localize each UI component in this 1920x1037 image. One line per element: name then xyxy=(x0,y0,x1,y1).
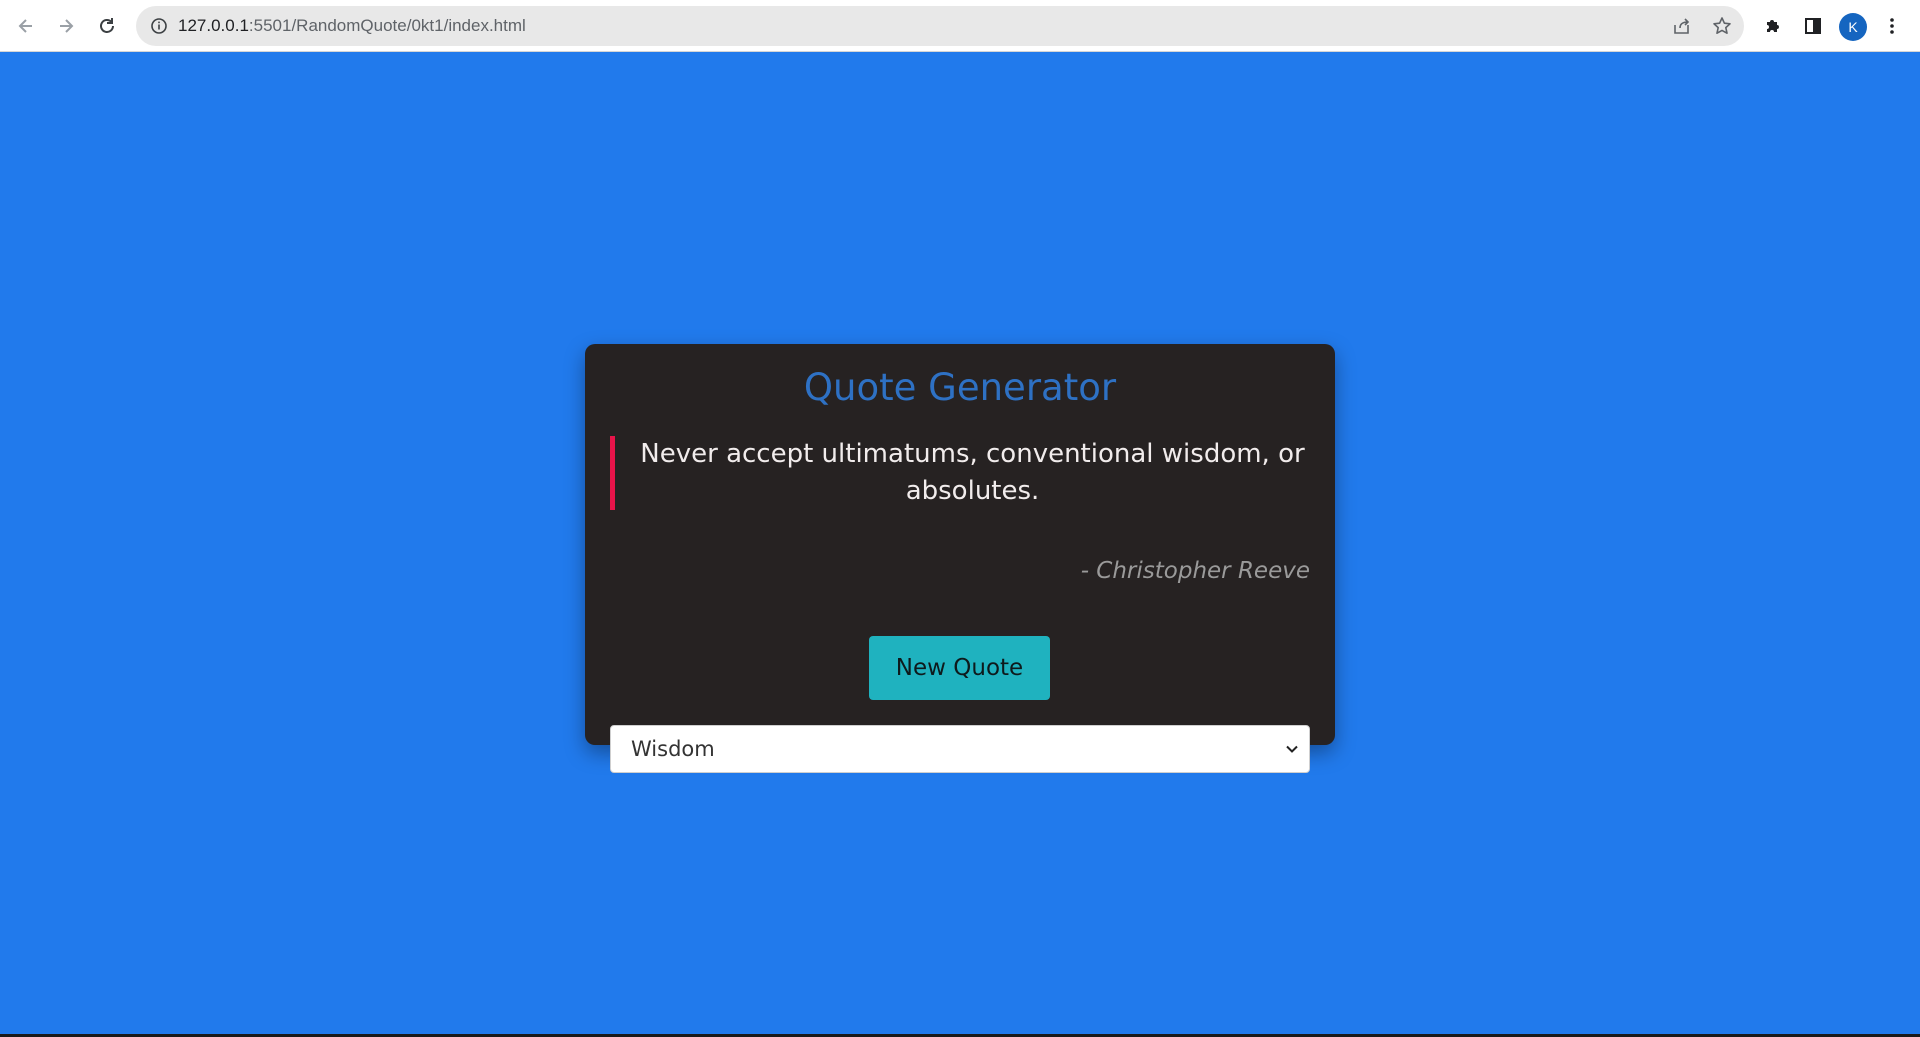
quote-card: Quote Generator Never accept ultimatums,… xyxy=(585,344,1335,773)
star-icon xyxy=(1713,17,1731,34)
bookmark-button[interactable] xyxy=(1708,12,1736,40)
quote-text: Never accept ultimatums, conventional wi… xyxy=(640,439,1305,506)
quote-block: Never accept ultimatums, conventional wi… xyxy=(610,436,1310,510)
browser-menu-button[interactable] xyxy=(1876,10,1908,42)
quote-author: - Christopher Reeve xyxy=(1080,558,1310,584)
forward-button[interactable] xyxy=(50,10,82,42)
chevron-down-icon xyxy=(1286,745,1298,753)
url-host: 127.0.0.1 xyxy=(178,16,249,35)
profile-avatar[interactable]: K xyxy=(1839,13,1867,41)
puzzle-icon xyxy=(1767,20,1779,32)
page-title: Quote Generator xyxy=(803,366,1117,409)
extensions-button[interactable] xyxy=(1757,10,1789,42)
page-viewport: Quote Generator Never accept ultimatums,… xyxy=(0,52,1920,1034)
forward-arrow-icon xyxy=(60,19,74,33)
url-text[interactable]: 127.0.0.1:5501/RandomQuote/0kt1/index.ht… xyxy=(178,6,526,46)
side-panel-icon xyxy=(1805,18,1821,34)
browser-toolbar: 127.0.0.1:5501/RandomQuote/0kt1/index.ht… xyxy=(0,0,1920,52)
share-icon xyxy=(1674,18,1690,34)
address-bar[interactable]: 127.0.0.1:5501/RandomQuote/0kt1/index.ht… xyxy=(136,6,1744,46)
share-button[interactable] xyxy=(1668,12,1696,40)
new-quote-button[interactable]: New Quote xyxy=(869,636,1050,700)
url-path: :5501/RandomQuote/0kt1/index.html xyxy=(248,16,526,35)
back-button[interactable] xyxy=(10,10,42,42)
category-select[interactable]: Wisdom xyxy=(610,725,1310,773)
category-selected-value: Wisdom xyxy=(631,737,715,761)
reload-button[interactable] xyxy=(91,10,123,42)
back-arrow-icon xyxy=(18,19,32,33)
kebab-menu-icon xyxy=(1890,18,1894,34)
info-icon[interactable] xyxy=(150,17,168,35)
reload-icon xyxy=(100,18,114,33)
side-panel-button[interactable] xyxy=(1797,10,1829,42)
